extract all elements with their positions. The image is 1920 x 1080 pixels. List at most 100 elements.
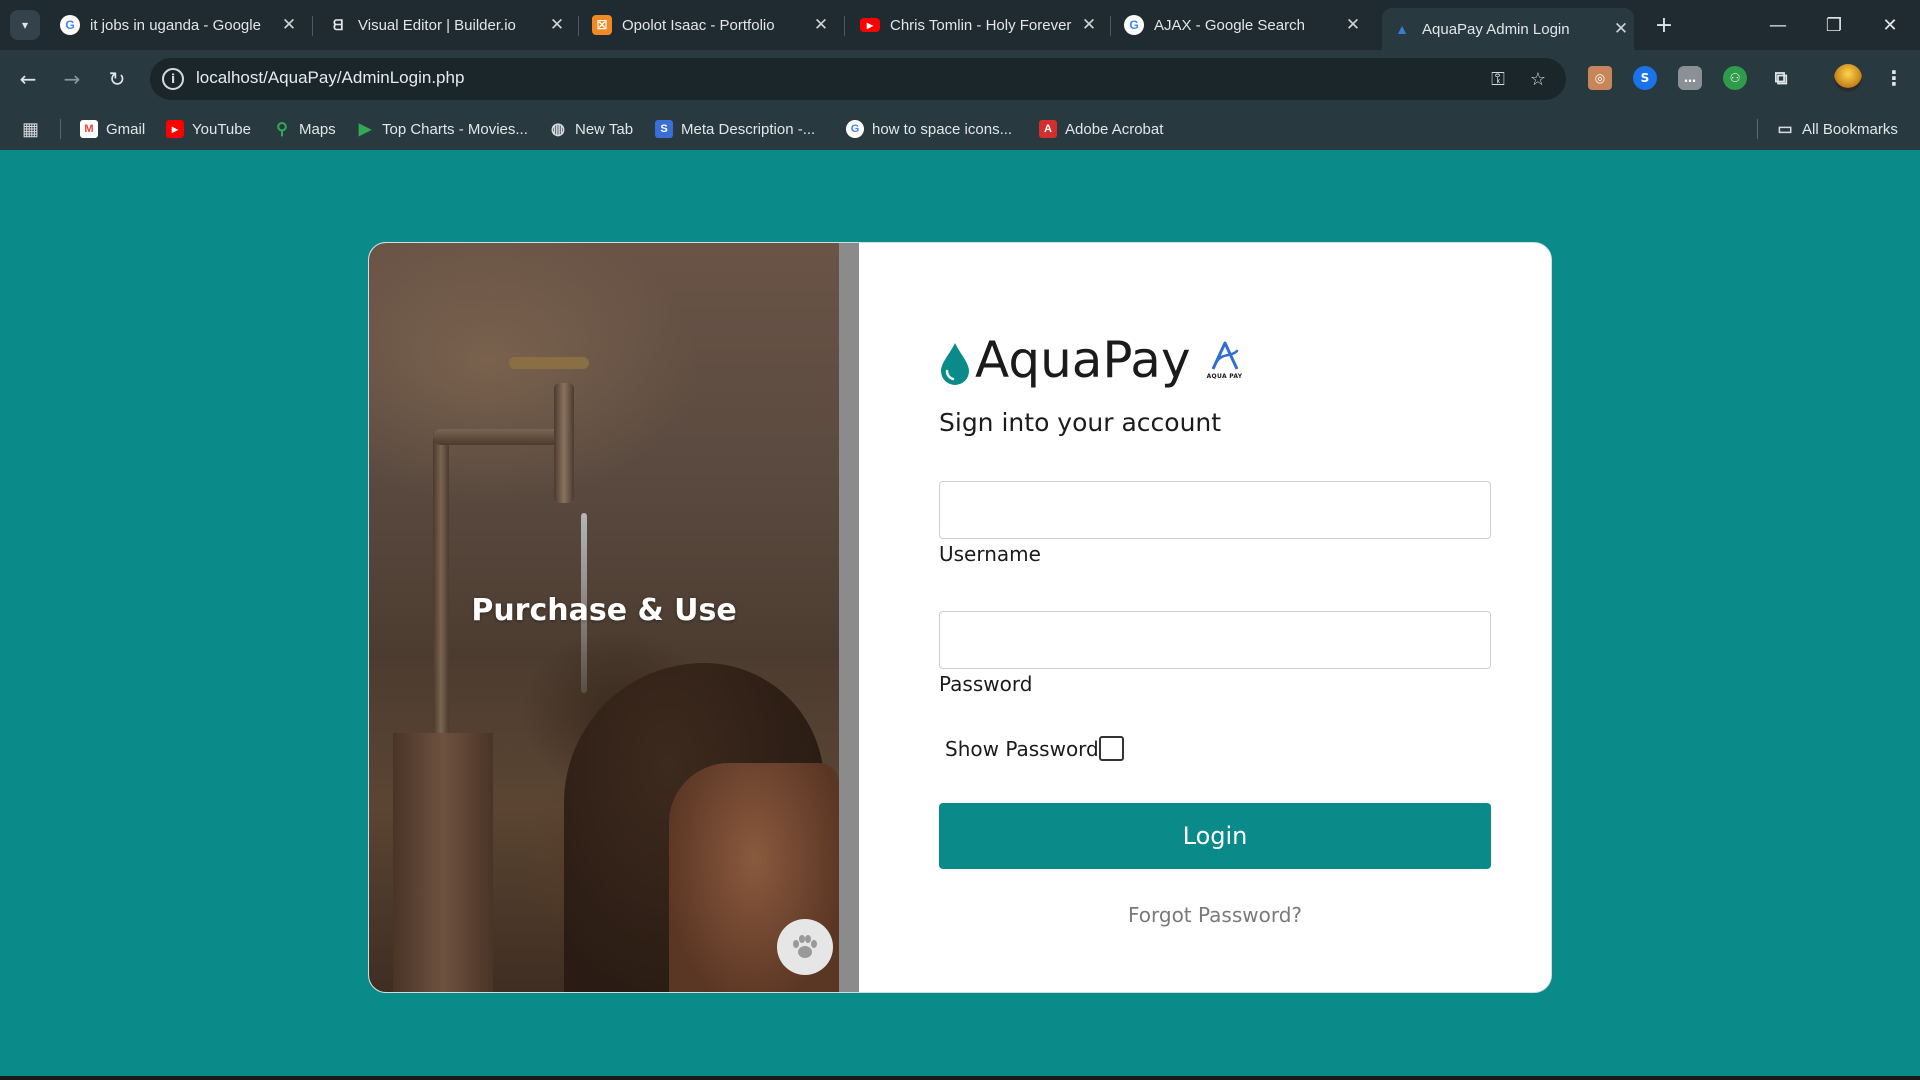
bookmark-label: New Tab bbox=[575, 120, 634, 138]
bookmark-label: Adobe Acrobat bbox=[1065, 120, 1164, 138]
google-icon: G bbox=[60, 15, 80, 35]
brand-mark-text: AQUA PAY bbox=[1206, 373, 1243, 380]
restore-button[interactable]: ❐ bbox=[1814, 10, 1854, 40]
close-icon[interactable]: ✕ bbox=[1076, 15, 1102, 35]
forward-button[interactable]: → bbox=[56, 63, 88, 95]
show-password-row: Show Password bbox=[945, 736, 1124, 761]
extension-icon[interactable]: ◎ bbox=[1588, 66, 1612, 90]
tab-title: Chris Tomlin - Holy Forever bbox=[890, 16, 1072, 34]
bookmarks-divider bbox=[60, 119, 61, 139]
brand-mark: AQUA PAY bbox=[1205, 339, 1245, 383]
bookmark-maps[interactable]: ⚲ Maps bbox=[273, 118, 336, 140]
acrobat-icon: A bbox=[1039, 120, 1057, 138]
key-icon[interactable]: ⚿ bbox=[1486, 67, 1510, 91]
minimize-button[interactable]: — bbox=[1758, 10, 1798, 40]
show-password-label: Show Password bbox=[945, 736, 1099, 761]
youtube-icon: ▶ bbox=[166, 120, 184, 138]
address-bar[interactable]: i localhost/AquaPay/AdminLogin.php ⚿ ☆ bbox=[150, 58, 1566, 100]
maps-icon: ⚲ bbox=[276, 121, 288, 138]
star-icon[interactable]: ☆ bbox=[1526, 67, 1550, 91]
hero-tap bbox=[554, 383, 574, 503]
tab-youtube[interactable]: ▶ Chris Tomlin - Holy Forever ✕ bbox=[850, 8, 1102, 42]
paw-button[interactable] bbox=[777, 919, 833, 975]
bookmark-youtube[interactable]: ▶ YouTube bbox=[166, 118, 251, 140]
bookmark-label: Gmail bbox=[106, 120, 146, 138]
bookmarks-bar: ▦ M Gmail ▶ YouTube ⚲ Maps ▶ Top Charts … bbox=[0, 107, 1920, 150]
google-icon: G bbox=[1124, 15, 1144, 35]
back-button[interactable]: ← bbox=[12, 63, 44, 95]
forgot-password-link[interactable]: Forgot Password? bbox=[939, 903, 1491, 927]
hero-divider-strip bbox=[839, 243, 859, 992]
url-text[interactable]: localhost/AquaPay/AdminLogin.php bbox=[196, 68, 464, 88]
tab-divider bbox=[1110, 16, 1111, 36]
puzzle-icon[interactable]: ⧉ bbox=[1769, 66, 1793, 90]
password-input[interactable] bbox=[939, 611, 1491, 669]
bookmark-top-charts[interactable]: ▶ Top Charts - Movies... bbox=[356, 118, 528, 140]
builder-icon: ᗺ bbox=[332, 16, 344, 33]
green-extension-icon[interactable]: ⚇ bbox=[1723, 66, 1747, 90]
tab-search-button[interactable]: ▾ bbox=[10, 10, 40, 40]
shazam-icon[interactable]: S bbox=[1633, 66, 1657, 90]
tab-divider bbox=[844, 16, 845, 36]
bookmark-gmail[interactable]: M Gmail bbox=[80, 118, 145, 140]
close-window-button[interactable]: ✕ bbox=[1870, 10, 1910, 40]
new-tab-button[interactable]: + bbox=[1650, 11, 1678, 39]
close-icon[interactable]: ✕ bbox=[276, 15, 302, 35]
tab-title: Opolot Isaac - Portfolio bbox=[622, 16, 775, 34]
site-info-icon[interactable]: i bbox=[162, 68, 184, 90]
taskbar-edge bbox=[0, 1076, 1920, 1080]
hero-pipe-post bbox=[433, 433, 449, 733]
brand-logo: AquaPay AQUA PAY bbox=[939, 325, 1245, 385]
avatar[interactable] bbox=[1834, 64, 1862, 92]
hero-pipe bbox=[433, 429, 573, 445]
chat-extension-icon[interactable]: … bbox=[1678, 66, 1702, 90]
tab-title: AJAX - Google Search bbox=[1154, 16, 1305, 34]
bookmark-label: Meta Description -... bbox=[681, 120, 816, 138]
close-icon[interactable]: ✕ bbox=[808, 15, 834, 35]
browser-toolbar: ← → ↻ i localhost/AquaPay/AdminLogin.php… bbox=[0, 50, 1920, 107]
tab-ajax-search[interactable]: G AJAX - Google Search ✕ bbox=[1114, 8, 1366, 42]
all-bookmarks[interactable]: ▭ All Bookmarks bbox=[1776, 118, 1897, 140]
google-icon: G bbox=[846, 120, 864, 138]
brand-name: AquaPay bbox=[975, 331, 1191, 389]
username-input[interactable] bbox=[939, 481, 1491, 539]
tab-builder[interactable]: ᗺ Visual Editor | Builder.io ✕ bbox=[318, 8, 570, 42]
password-label: Password bbox=[939, 672, 1033, 696]
tab-divider bbox=[312, 16, 313, 36]
bookmark-new-tab[interactable]: ◍ New Tab bbox=[549, 118, 633, 140]
tab-portfolio[interactable]: ☒ Opolot Isaac - Portfolio ✕ bbox=[582, 8, 834, 42]
bookmark-meta-description[interactable]: S Meta Description -... bbox=[655, 118, 815, 140]
bookmark-label: how to space icons... bbox=[872, 120, 1013, 138]
bookmarks-divider bbox=[1757, 119, 1758, 139]
gmail-icon: M bbox=[80, 120, 98, 138]
hero-tap-handle bbox=[509, 357, 589, 369]
close-icon[interactable]: ✕ bbox=[1608, 19, 1634, 39]
portfolio-icon: ☒ bbox=[592, 15, 612, 35]
aquapay-icon: ▲ bbox=[1395, 21, 1409, 37]
tab-aquapay-login[interactable]: ▲ AquaPay Admin Login ✕ bbox=[1382, 8, 1634, 50]
bookmark-label: Top Charts - Movies... bbox=[382, 120, 528, 138]
aquapay-mark-icon bbox=[1211, 341, 1238, 370]
login-button[interactable]: Login bbox=[939, 803, 1491, 869]
youtube-icon: ▶ bbox=[860, 18, 880, 32]
form-subtitle: Sign into your account bbox=[939, 408, 1222, 437]
s-icon: S bbox=[655, 120, 673, 138]
apps-grid-icon[interactable]: ▦ bbox=[22, 118, 39, 140]
bookmark-adobe-acrobat[interactable]: A Adobe Acrobat bbox=[1039, 118, 1163, 140]
water-drop-icon bbox=[941, 343, 969, 385]
tab-title: AquaPay Admin Login bbox=[1422, 20, 1570, 38]
tab-strip: ▾ G it jobs in uganda - Google ✕ ᗺ Visua… bbox=[0, 0, 1920, 50]
hero-tap-stand bbox=[393, 733, 493, 992]
hero-image: Purchase & Use bbox=[369, 243, 839, 992]
close-icon[interactable]: ✕ bbox=[1340, 15, 1366, 35]
paw-icon bbox=[793, 935, 817, 958]
show-password-checkbox[interactable] bbox=[1098, 736, 1124, 761]
close-icon[interactable]: ✕ bbox=[544, 15, 570, 35]
login-card: Purchase & Use AquaPay AQUA PAY Sign int… bbox=[368, 242, 1552, 993]
reload-button[interactable]: ↻ bbox=[101, 63, 133, 95]
more-menu-icon[interactable]: ⋮ bbox=[1882, 66, 1906, 90]
tab-google-jobs[interactable]: G it jobs in uganda - Google ✕ bbox=[50, 8, 302, 42]
tab-divider bbox=[578, 16, 579, 36]
bookmark-space-icons[interactable]: G how to space icons... bbox=[846, 118, 1012, 140]
play-icon: ▶ bbox=[358, 121, 372, 138]
